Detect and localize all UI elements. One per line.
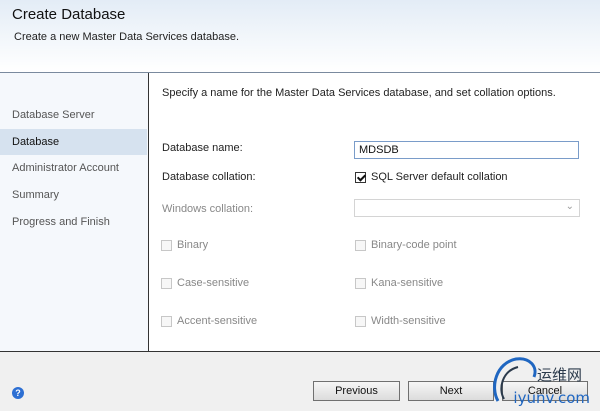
database-name-label: Database name: (162, 142, 243, 154)
checkbox-icon[interactable] (355, 239, 366, 251)
checkbox-checked-icon[interactable] (355, 171, 366, 183)
sql-default-collation-checkbox[interactable]: SQL Server default collation (355, 171, 508, 183)
kana-sensitive-checkbox[interactable]: Kana-sensitive (355, 277, 443, 289)
wizard-sidebar: Database Server Database Administrator A… (0, 73, 148, 351)
sidebar-item-database-server[interactable]: Database Server (0, 102, 147, 128)
sidebar-item-summary[interactable]: Summary (0, 182, 147, 208)
checkbox-icon[interactable] (355, 277, 366, 289)
help-icon[interactable]: ? (12, 387, 24, 399)
previous-button[interactable]: Previous (313, 381, 400, 401)
kana-sensitive-label: Kana-sensitive (371, 277, 444, 289)
database-collation-label: Database collation: (162, 171, 256, 183)
width-sensitive-label: Width-sensitive (371, 315, 446, 327)
page-subtitle: Create a new Master Data Services databa… (14, 31, 240, 43)
case-sensitive-checkbox[interactable]: Case-sensitive (161, 277, 249, 289)
chevron-down-icon: ⌄ (565, 201, 574, 212)
wizard-header: Create Database Create a new Master Data… (0, 0, 600, 72)
instruction-text: Specify a name for the Master Data Servi… (162, 87, 556, 99)
accent-sensitive-checkbox[interactable]: Accent-sensitive (161, 315, 257, 327)
sidebar-item-administrator-account[interactable]: Administrator Account (0, 155, 147, 181)
database-page: Specify a name for the Master Data Servi… (149, 73, 600, 351)
checkbox-icon[interactable] (355, 315, 366, 327)
windows-collation-label: Windows collation: (162, 203, 254, 215)
binary-checkbox[interactable]: Binary (161, 239, 208, 251)
binary-code-point-label: Binary-code point (371, 239, 457, 251)
accent-sensitive-label: Accent-sensitive (177, 315, 258, 327)
binary-code-point-checkbox[interactable]: Binary-code point (355, 239, 457, 251)
sidebar-item-progress-and-finish[interactable]: Progress and Finish (0, 209, 147, 235)
database-name-input[interactable]: MDSDB (354, 141, 579, 159)
case-sensitive-label: Case-sensitive (177, 277, 250, 289)
width-sensitive-checkbox[interactable]: Width-sensitive (355, 315, 446, 327)
sql-default-collation-label: SQL Server default collation (371, 171, 508, 183)
sidebar-item-database[interactable]: Database (0, 129, 147, 155)
cancel-button[interactable]: Cancel (502, 381, 588, 401)
next-button[interactable]: Next (408, 381, 494, 401)
binary-label: Binary (177, 239, 209, 251)
checkbox-icon[interactable] (161, 315, 172, 327)
windows-collation-select[interactable]: ⌄ (354, 199, 580, 217)
checkbox-icon[interactable] (161, 277, 172, 289)
checkbox-icon[interactable] (161, 239, 172, 251)
wizard-footer: ? Previous Next Cancel (0, 352, 600, 411)
page-title: Create Database (12, 6, 126, 23)
